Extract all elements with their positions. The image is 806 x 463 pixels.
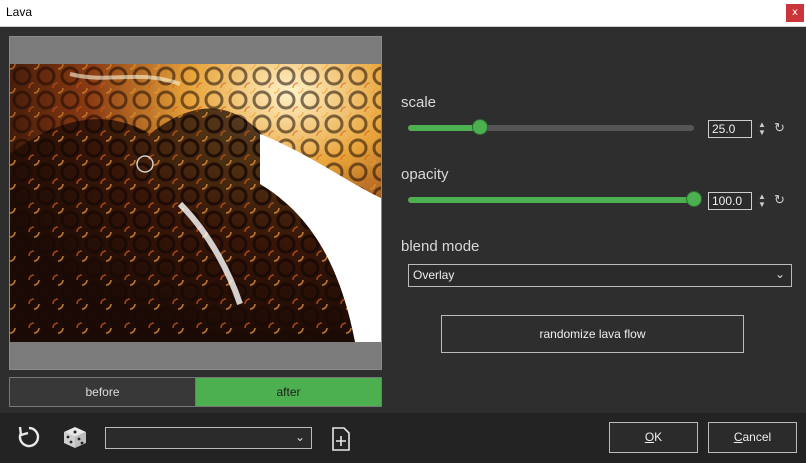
scale-slider-thumb[interactable] [471, 119, 488, 135]
close-button[interactable]: x [786, 4, 804, 22]
blend-mode-select[interactable]: Overlay ⌄ [408, 264, 792, 287]
scale-value-input[interactable]: 25.0 [708, 120, 752, 138]
scale-reset-icon[interactable]: ↻ [774, 120, 785, 136]
opacity-reset-icon[interactable]: ↻ [774, 192, 785, 208]
scale-slider-fill [408, 125, 480, 131]
opacity-slider-thumb[interactable] [686, 191, 702, 207]
lava-preview-art [10, 64, 381, 342]
dice-icon[interactable] [63, 425, 88, 455]
preset-select[interactable]: ⌄ [105, 427, 312, 449]
scale-label: scale [401, 94, 437, 111]
opacity-slider-fill [408, 197, 694, 203]
opacity-slider[interactable] [408, 191, 702, 207]
chevron-down-icon: ⌄ [294, 430, 305, 444]
ok-button-underlined: O [644, 430, 655, 444]
preview-panel [9, 36, 382, 370]
after-toggle[interactable]: after [195, 377, 382, 407]
before-toggle[interactable]: before [9, 377, 196, 407]
opacity-value-input[interactable]: 100.0 [708, 192, 752, 210]
ok-button-rest: K [654, 430, 663, 444]
opacity-spinner-arrows-icon[interactable]: ▲ ▼ [756, 193, 768, 209]
randomize-lava-flow-button[interactable]: randomize lava flow [441, 315, 744, 353]
window-title: Lava [6, 5, 33, 19]
scale-slider[interactable] [408, 119, 694, 135]
ok-button[interactable]: OK [609, 422, 698, 453]
opacity-label: opacity [401, 166, 449, 183]
blend-mode-label: blend mode [401, 238, 480, 255]
preview-image [10, 64, 381, 342]
cancel-button[interactable]: Cancel [708, 422, 797, 453]
blend-mode-value: Overlay [413, 268, 455, 282]
scale-spinner-arrows-icon[interactable]: ▲ ▼ [756, 121, 768, 137]
add-preset-icon[interactable] [331, 427, 351, 456]
chevron-down-icon: ⌄ [774, 267, 785, 281]
title-bar: Lava x [0, 0, 806, 27]
cancel-button-rest: ancel [742, 430, 772, 444]
reset-icon[interactable] [16, 424, 42, 455]
